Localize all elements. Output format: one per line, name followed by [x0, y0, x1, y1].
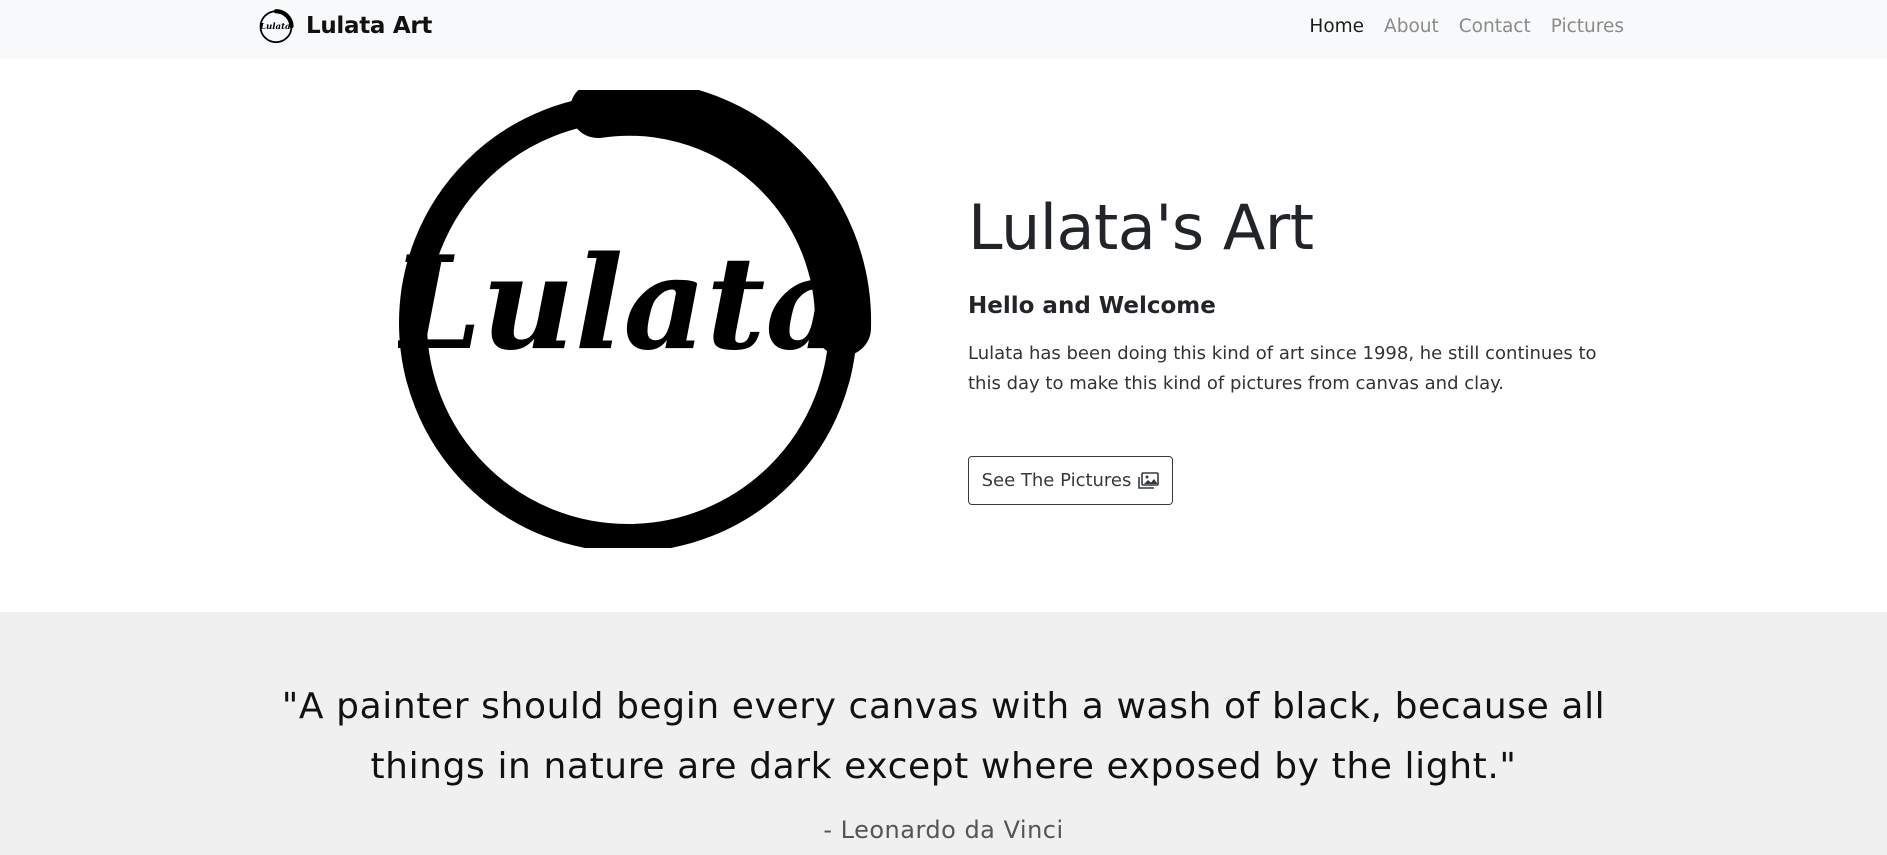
- hero-description: Lulata has been doing this kind of art s…: [968, 343, 1597, 394]
- hero-subtitle: Hello and Welcome: [968, 293, 1216, 319]
- brand-link[interactable]: Lulata Lulata Art: [258, 6, 432, 46]
- hero-logo-text: Lulata: [398, 229, 848, 379]
- quote-text: "A painter should begin every canvas wit…: [281, 686, 1606, 787]
- quote-section: "A painter should begin every canvas wit…: [0, 612, 1887, 855]
- hero-text: Lulata's Art Hello and Welcome Lulata ha…: [968, 188, 1628, 399]
- nav-links: Home About Contact Pictures: [1299, 0, 1634, 52]
- svg-text:Lulata: Lulata: [259, 22, 291, 32]
- see-pictures-label: See The Pictures: [981, 470, 1132, 491]
- nav-link-contact[interactable]: Contact: [1449, 16, 1541, 37]
- nav-link-home[interactable]: Home: [1299, 16, 1374, 37]
- brand-logo: Lulata: [259, 9, 294, 44]
- nav-link-pictures[interactable]: Pictures: [1541, 16, 1634, 37]
- navbar: Lulata Lulata Art Home About Contact Pic…: [0, 0, 1887, 59]
- brand-name: Lulata Art: [306, 13, 433, 39]
- quote-author: - Leonardo da Vinci: [823, 816, 1064, 844]
- images-icon: [1138, 471, 1160, 489]
- nav-link-about[interactable]: About: [1374, 16, 1449, 37]
- hero-logo: Lulata: [398, 90, 872, 548]
- see-pictures-button[interactable]: See The Pictures: [968, 456, 1173, 505]
- page-title: Lulata's Art: [968, 191, 1314, 264]
